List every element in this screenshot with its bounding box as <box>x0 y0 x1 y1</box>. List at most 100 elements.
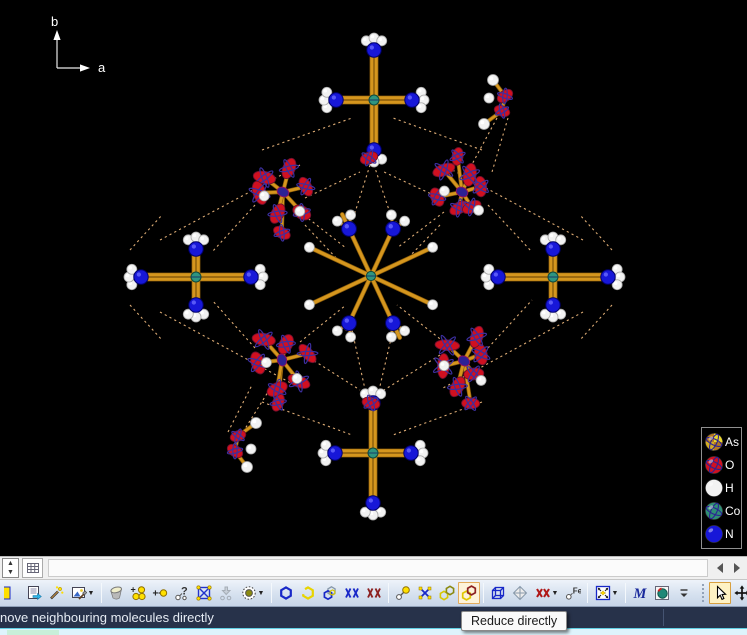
tab-scroll-left-icon[interactable] <box>714 560 725 576</box>
status-bar: nove neighbouring molecules directly <box>0 607 747 628</box>
atom-query-button[interactable]: ? <box>171 582 193 604</box>
spin-up-icon[interactable]: ▲ <box>3 559 18 568</box>
delete-net-button[interactable]: ▼ <box>531 582 562 604</box>
ring-open-button[interactable] <box>297 582 319 604</box>
expand-contacts-button[interactable] <box>414 582 436 604</box>
toolbar-separator <box>587 583 588 603</box>
move-mode-button[interactable] <box>731 582 747 604</box>
grid-icon <box>25 560 41 576</box>
tree-down-icon <box>218 585 234 601</box>
cube-icon <box>490 585 506 601</box>
toolbar-grip[interactable] <box>702 584 705 602</box>
n-sphere-icon <box>704 524 724 544</box>
toolbar-separator <box>271 583 272 603</box>
main-toolbar: ▼ + +? ▼ ▼ Fe ▼ M <box>0 580 747 607</box>
atoms-add-icon: + <box>130 585 146 601</box>
add-all-atoms-button[interactable]: + <box>127 582 149 604</box>
fill-cell-button[interactable] <box>193 582 215 604</box>
ring-stack-button[interactable] <box>319 582 341 604</box>
add-atom-button[interactable]: + <box>149 582 171 604</box>
molecule-drawing: ba <box>0 0 747 556</box>
x-dots-icon <box>417 585 433 601</box>
hex-pair-icon <box>439 585 455 601</box>
legend-entry-co: Co <box>704 499 741 522</box>
hex-blue-icon <box>278 585 294 601</box>
packer-icon <box>108 585 124 601</box>
net-red-button[interactable] <box>363 582 385 604</box>
toolbar-separator <box>483 583 484 603</box>
structure-canvas[interactable]: ba <box>0 0 747 556</box>
o-sphere-icon <box>704 455 724 475</box>
status-text: nove neighbouring molecules directly <box>0 610 214 625</box>
atom-symbol-fe-button[interactable]: Fe <box>562 582 584 604</box>
tab-scroll-right-icon[interactable] <box>732 560 743 576</box>
dropdown-arrow-icon[interactable]: ▼ <box>258 590 265 597</box>
fe-icon: Fe <box>565 585 581 601</box>
render-scene-button[interactable] <box>651 582 673 604</box>
application-window: ba As OH Co N ▲ ▼ ▼ + +? ▼ ▼ Fe ▼ M <box>0 0 747 635</box>
atom-plus-icon: + <box>152 585 168 601</box>
cell-net-icon <box>196 585 212 601</box>
toolbar-separator <box>625 583 626 603</box>
tooltip: Reduce directly <box>461 611 567 631</box>
svg-text:Fe: Fe <box>573 587 581 596</box>
diamond-cross-icon <box>512 585 528 601</box>
picture-tools-button[interactable]: ▼ <box>67 582 98 604</box>
status-divider <box>663 609 664 626</box>
move4-icon <box>734 585 747 601</box>
polyhedra-button[interactable] <box>509 582 531 604</box>
h-sphere-icon <box>704 478 724 498</box>
wizard-wand-button[interactable] <box>45 582 67 604</box>
pan-star-icon <box>595 585 611 601</box>
overflow-icon <box>676 585 692 601</box>
dropdown-arrow-icon[interactable]: ▼ <box>612 590 619 597</box>
wand-icon <box>48 585 64 601</box>
svg-text:?: ? <box>181 586 188 598</box>
atom-question-icon: ? <box>174 585 190 601</box>
legend-label: Co <box>725 504 740 518</box>
insert-below-button[interactable] <box>215 582 237 604</box>
spin-down-icon[interactable]: ▼ <box>3 568 18 577</box>
report-icon <box>26 585 42 601</box>
reduce-directly-button[interactable] <box>458 582 480 604</box>
legend-label: As <box>725 435 739 449</box>
packer-button[interactable] <box>105 582 127 604</box>
clipped-icon <box>4 585 20 601</box>
tab-track <box>48 559 708 577</box>
dotted-circle-icon <box>241 585 257 601</box>
pan-view-button[interactable]: ▼ <box>591 582 622 604</box>
table-view-button[interactable] <box>22 558 43 578</box>
tooltip-text: Reduce directly <box>471 614 557 628</box>
pane-spinner[interactable]: ▲ ▼ <box>2 558 19 578</box>
legend-entry-as: As <box>704 430 741 453</box>
net-blue-button[interactable] <box>341 582 363 604</box>
ring-blue-button[interactable] <box>275 582 297 604</box>
select-cursor-button[interactable] <box>709 582 731 604</box>
xx-red-icon <box>366 585 382 601</box>
rings-stack-icon <box>322 585 338 601</box>
toolbar-overflow-button[interactable] <box>673 582 695 604</box>
grow-bond-button[interactable] <box>392 582 414 604</box>
unit-cell-button[interactable] <box>487 582 509 604</box>
measure-m-button[interactable]: M <box>629 582 651 604</box>
picture-icon <box>71 585 87 601</box>
toolbar-separator <box>101 583 102 603</box>
m-letter-icon: M <box>632 585 648 601</box>
legend-label: N <box>725 527 734 541</box>
clipped-edge-button[interactable] <box>1 582 23 604</box>
render-ball-icon <box>654 585 670 601</box>
cursor-icon <box>712 585 728 601</box>
legend-entry-o: O <box>704 453 741 476</box>
svg-text:b: b <box>51 14 58 29</box>
complete-fragments-button[interactable] <box>436 582 458 604</box>
dropdown-arrow-icon[interactable]: ▼ <box>88 590 95 597</box>
dropdown-arrow-icon[interactable]: ▼ <box>552 590 559 597</box>
properties-report-button[interactable] <box>23 582 45 604</box>
xx-blue-icon <box>344 585 360 601</box>
hex-yellow-open-icon <box>300 585 316 601</box>
taskbar-segment <box>7 630 59 635</box>
coordination-sphere-button[interactable]: ▼ <box>237 582 268 604</box>
legend-entry-h: H <box>704 476 741 499</box>
co-sphere-icon <box>704 501 724 521</box>
taskbar-edge <box>0 628 747 635</box>
